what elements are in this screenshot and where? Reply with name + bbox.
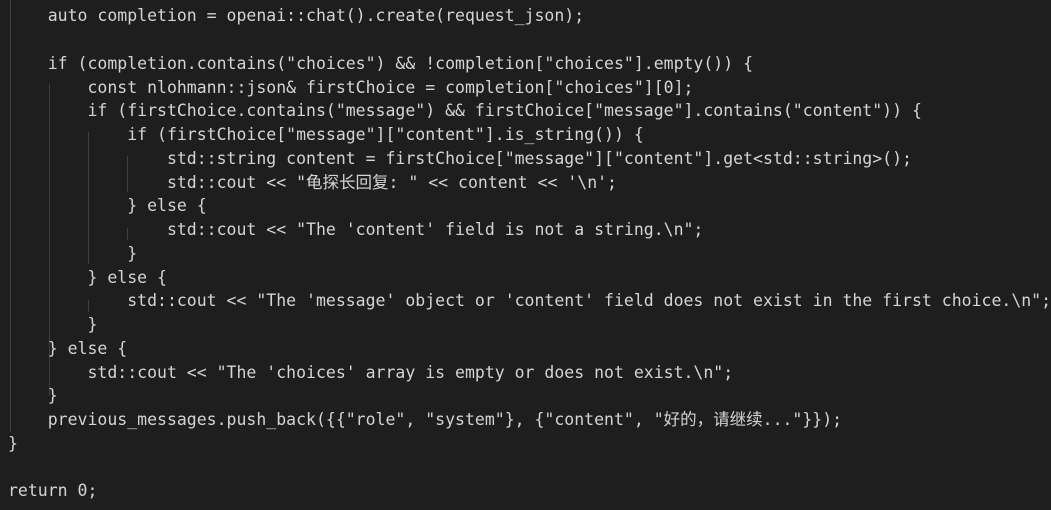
code-line[interactable]: previous_messages.push_back({{"role", "s… (8, 408, 842, 432)
code-editor[interactable]: auto completion = openai::chat().create(… (0, 0, 1051, 510)
code-line[interactable]: std::string content = firstChoice["messa… (8, 147, 912, 171)
code-line[interactable]: std::cout << "The 'choices' array is emp… (8, 361, 733, 385)
code-line[interactable]: } (8, 242, 137, 266)
code-line[interactable]: std::cout << "龟探长回复: " << content << '\n… (8, 171, 617, 195)
code-line[interactable]: } else { (8, 194, 206, 218)
code-line[interactable]: } (8, 432, 18, 456)
code-line[interactable]: if (firstChoice["message"]["content"].is… (8, 123, 644, 147)
code-line[interactable]: } else { (8, 337, 127, 361)
code-line[interactable]: } (8, 384, 58, 408)
code-line[interactable]: std::cout << "The 'content' field is not… (8, 218, 703, 242)
code-line[interactable]: } else { (8, 266, 166, 290)
code-line[interactable]: return 0; (8, 479, 97, 503)
code-line[interactable]: std::cout << "The 'message' object or 'c… (8, 289, 1051, 313)
code-line[interactable]: const nlohmann::json& firstChoice = comp… (8, 76, 693, 100)
code-line[interactable]: if (completion.contains("choices") && !c… (8, 52, 753, 76)
code-line[interactable]: } (8, 313, 97, 337)
code-line[interactable]: auto completion = openai::chat().create(… (8, 4, 584, 28)
code-line[interactable]: if (firstChoice.contains("message") && f… (8, 99, 921, 123)
